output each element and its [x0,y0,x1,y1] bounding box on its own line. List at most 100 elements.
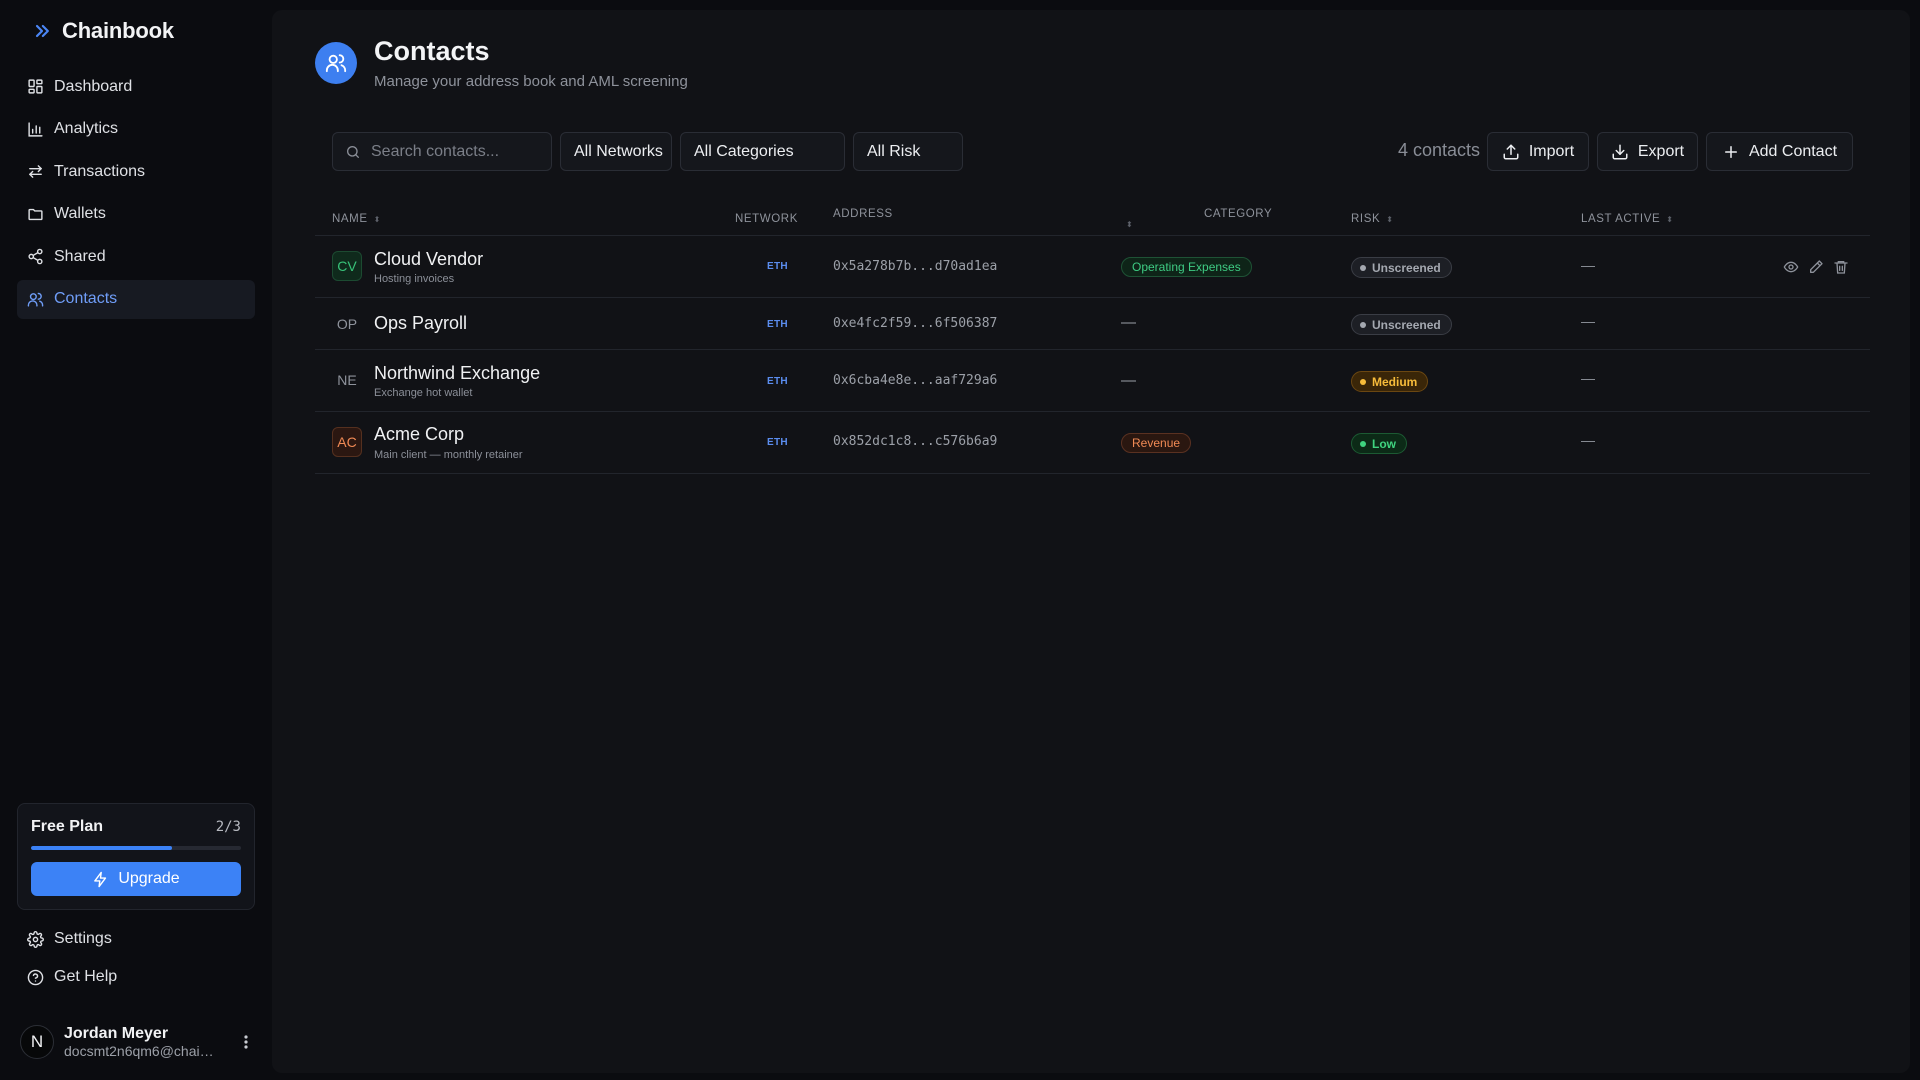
contact-note: Main client — monthly retainer [374,449,523,461]
status-dot [1360,321,1366,328]
column-header-risk[interactable]: RISK ⬍ [1351,213,1394,225]
category-empty: — [1121,372,1136,389]
last-active: — [1581,370,1595,386]
column-header-label: ADDRESS [833,208,893,220]
sidebar-item-label: Transactions [54,162,145,180]
eye-icon[interactable] [1783,259,1799,275]
risk-label: Unscreened [1372,317,1441,332]
network-badge: ETH [767,437,788,448]
column-header-category: CATEGORY [1204,208,1272,220]
table-row[interactable]: AC Acme Corp Main client — monthly retai… [315,412,1870,474]
column-header-last-active[interactable]: LAST ACTIVE ⬍ [1581,213,1674,225]
sort-icon: ⬍ [1666,214,1674,224]
sidebar-item-dashboard[interactable]: Dashboard [17,67,255,106]
network-filter-select[interactable]: All Networks [560,132,672,171]
plan-name: Free Plan [31,818,104,835]
contact-name: Ops Payroll [374,313,468,333]
upgrade-label: Upgrade [118,870,180,887]
upgrade-button[interactable]: Upgrade [31,862,241,896]
import-label: Import [1528,142,1575,160]
contact-name: Cloud Vendor [374,249,484,269]
contact-name: Northwind Exchange [374,363,541,383]
page-title: Contacts [374,36,490,66]
contacts-table: NAME ⬍ NETWORK ADDRESS ⬍ CATEGORY RISK ⬍… [315,190,1870,474]
import-button[interactable]: Import [1487,132,1589,171]
trash-icon[interactable] [1833,259,1849,275]
user-name: Jordan Meyer [64,1025,169,1042]
pencil-icon[interactable] [1808,259,1824,275]
toolbar: All Networks All Categories All Risk 4 c… [332,132,1853,172]
sidebar-item-label: Analytics [54,120,119,137]
contact-address[interactable]: 0xe4fc2f59...6f506387 [833,316,997,331]
category-filter-select[interactable]: All Categories [680,132,845,171]
risk-label: Medium [1372,374,1418,389]
contact-count: 4 contacts [1397,140,1480,160]
table-header: NAME ⬍ NETWORK ADDRESS ⬍ CATEGORY RISK ⬍… [315,190,1870,236]
users-icon [315,42,357,84]
column-header-network: NETWORK [735,213,798,225]
add-contact-button[interactable]: Add Contact [1706,132,1853,171]
table-row[interactable]: OP Ops Payroll ETH 0xe4fc2f59...6f506387… [315,298,1870,350]
sidebar-item-transactions[interactable]: Transactions [17,152,255,191]
contact-initials: CV [332,251,362,281]
sidebar-bottom-nav: Settings Get Help [17,920,255,996]
status-dot [1360,440,1366,447]
column-header-name[interactable]: NAME ⬍ [332,213,381,225]
plus-icon [1722,143,1740,161]
gear-icon [27,930,44,948]
users-icon [27,291,44,308]
export-button[interactable]: Export [1597,132,1698,171]
contact-initials: NE [337,372,357,388]
more-vertical-icon[interactable] [238,1032,254,1052]
last-active: — [1581,257,1595,273]
sidebar-item-label: Contacts [54,290,118,307]
network-badge: ETH [767,319,788,330]
row-actions [1783,259,1849,275]
lightning-icon [92,871,109,888]
arrows-swap-icon [27,163,44,180]
column-header-label: LAST ACTIVE [1581,213,1661,225]
contact-address[interactable]: 0x6cba4e8e...aaf729a6 [833,373,997,388]
network-badge: ETH [767,261,788,272]
sidebar-item-settings[interactable]: Settings [17,920,255,958]
sidebar-item-label: Wallets [54,205,106,222]
sidebar-item-contacts[interactable]: Contacts [17,279,255,319]
search-icon [345,144,361,160]
contact-initials: OP [336,316,358,332]
search-box[interactable] [332,132,552,171]
risk-badge: Medium [1351,371,1429,392]
risk-filter-select[interactable]: All Risk [853,132,963,171]
sidebar-item-wallets[interactable]: Wallets [17,195,255,234]
sidebar-item-analytics[interactable]: Analytics [17,110,255,149]
plan-progress-fill [31,846,172,850]
status-dot [1360,264,1366,271]
column-header-label: NAME [332,213,368,225]
sidebar-item-label: Settings [54,930,112,947]
avatar: N [20,1025,54,1059]
contact-address[interactable]: 0x852dc1c8...c576b6a9 [833,434,997,449]
table-row[interactable]: NE Northwind Exchange Exchange hot walle… [315,350,1870,412]
table-row[interactable]: CV Cloud Vendor Hosting invoices ETH 0x5… [315,236,1870,298]
page-subtitle: Manage your address book and AML screeni… [374,73,688,90]
app-name: Chainbook [62,18,174,43]
brand[interactable]: Chainbook [32,18,174,44]
main-panel: Contacts Manage your address book and AM… [272,10,1910,1073]
download-icon [1611,143,1629,161]
risk-badge: Unscreened [1351,257,1452,278]
sidebar-item-shared[interactable]: Shared [17,237,255,276]
last-active: — [1581,432,1595,448]
user-email: docsmt2n6qm6@chain... [64,1043,219,1059]
share-icon [27,248,44,265]
search-input[interactable] [371,142,531,161]
risk-badge: Low [1351,433,1407,454]
chevrons-right-icon [32,21,52,41]
sidebar-item-get-help[interactable]: Get Help [17,958,255,996]
user-profile[interactable]: N Jordan Meyer docsmt2n6qm6@chain... [20,1018,254,1066]
risk-label: Low [1372,436,1396,451]
column-sort-toggle[interactable]: ⬍ [1126,220,1133,229]
contact-address[interactable]: 0x5a278b7b...d70ad1ea [833,259,997,274]
upload-icon [1502,143,1520,161]
contact-name: Acme Corp [374,424,465,444]
sort-icon: ⬍ [1386,214,1394,224]
column-header-label: RISK [1351,213,1381,225]
